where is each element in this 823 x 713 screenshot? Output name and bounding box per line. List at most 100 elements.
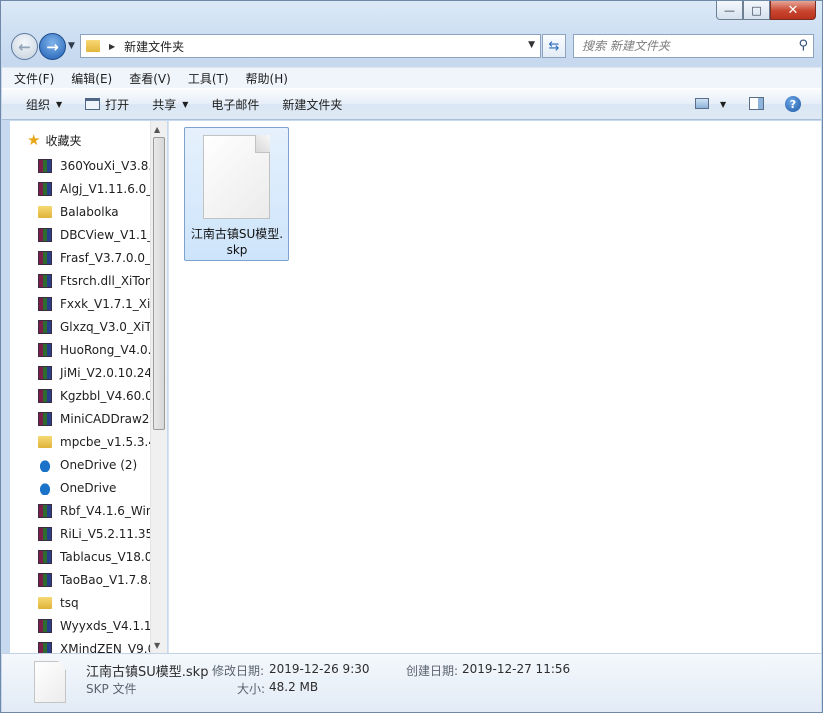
winrar-archive-icon: [38, 342, 52, 357]
favorites-item[interactable]: Algj_V1.11.6.0_X: [38, 177, 150, 200]
scroll-down-icon[interactable]: ▼: [154, 641, 160, 650]
winrar-archive-icon: [38, 572, 52, 587]
new-folder-button[interactable]: 新建文件夹: [282, 96, 342, 113]
refresh-button[interactable]: ⇆: [542, 34, 566, 58]
navigation-scrollbar[interactable]: ▲ ▼: [150, 121, 167, 653]
address-bar[interactable]: ▶ 新建文件夹 ▼: [80, 34, 541, 58]
favorites-item[interactable]: MiniCADDraw20: [38, 407, 150, 430]
favorites-item[interactable]: Fxxk_V1.7.1_XiTo: [38, 292, 150, 315]
favorites-item-label: 360YouXi_V3.8.7: [60, 158, 150, 173]
close-button[interactable]: ✕: [770, 1, 816, 20]
share-label: 共享: [152, 97, 177, 112]
favorites-item[interactable]: DBCView_V1.1_X: [38, 223, 150, 246]
back-button[interactable]: ←: [11, 33, 38, 60]
forward-arrow-icon: →: [46, 37, 59, 56]
change-view-icon[interactable]: [695, 98, 709, 109]
favorites-item[interactable]: JiMi_V2.0.10.24_: [38, 361, 150, 384]
favorites-item-label: OneDrive (2): [60, 457, 138, 472]
favorites-item[interactable]: XMindZEN_V9.0: [38, 637, 150, 653]
forward-button[interactable]: →: [39, 33, 66, 60]
preview-pane-icon[interactable]: [749, 97, 764, 110]
winrar-archive-icon: [38, 158, 52, 173]
folder-icon: [86, 40, 100, 52]
menu-edit[interactable]: 编辑(E): [71, 70, 112, 87]
favorites-item[interactable]: Rbf_V4.1.6_Win8: [38, 499, 150, 522]
details-pane: 江南古镇SU模型.skp SKP 文件 修改日期: 2019-12-26 9:3…: [2, 653, 821, 712]
file-item-selected[interactable]: 江南古镇SU模型.skp: [184, 127, 289, 261]
details-filename: 江南古镇SU模型.skp: [86, 665, 209, 680]
favorites-label: 收藏夹: [45, 133, 82, 148]
favorites-item[interactable]: mpcbe_v1.5.3.4: [38, 430, 150, 453]
maximize-button[interactable]: □: [743, 1, 770, 20]
minimize-button[interactable]: —: [716, 1, 743, 20]
view-options-dropdown-icon[interactable]: ▼: [720, 100, 726, 109]
favorites-item-label: Rbf_V4.1.6_Win8: [60, 503, 150, 518]
details-filetype: SKP 文件: [86, 682, 137, 696]
winrar-archive-icon: [38, 411, 52, 426]
favorites-item-label: Ftsrch.dll_XiTon: [60, 273, 150, 288]
refresh-icon: ⇆: [548, 38, 560, 54]
favorites-item[interactable]: Ftsrch.dll_XiTon: [38, 269, 150, 292]
email-button[interactable]: 电子邮件: [211, 96, 259, 113]
size-value: 48.2 MB: [269, 680, 319, 694]
open-button[interactable]: 打开: [85, 96, 129, 113]
favorites-item-label: Tablacus_V18.0: [60, 549, 150, 564]
share-button[interactable]: 共享 ▼: [152, 96, 188, 113]
favorites-item[interactable]: tsq: [38, 591, 150, 614]
favorites-item[interactable]: Glxzq_V3.0_XiTo: [38, 315, 150, 338]
favorites-item-label: Algj_V1.11.6.0_X: [60, 181, 150, 196]
favorites-item-label: MiniCADDraw20: [60, 411, 150, 426]
scrollbar-thumb[interactable]: [153, 137, 165, 430]
favorites-item[interactable]: Wyyxds_V4.1.1.: [38, 614, 150, 637]
menu-file[interactable]: 文件(F): [14, 70, 54, 87]
winrar-archive-icon: [38, 388, 52, 403]
winrar-archive-icon: [38, 526, 52, 541]
favorites-item[interactable]: Balabolka: [38, 200, 150, 223]
favorites-item-label: TaoBao_V1.7.8.: [60, 572, 150, 587]
help-icon[interactable]: ?: [785, 96, 801, 112]
winrar-archive-icon: [38, 641, 52, 653]
organize-button[interactable]: 组织 ▼: [26, 96, 62, 113]
favorites-item-label: tsq: [60, 595, 79, 610]
navigation-pane: ★ 收藏夹 360YouXi_V3.8.7 Algj_V1.11.6.0_X Bal…: [10, 121, 167, 653]
address-dropdown-icon[interactable]: ▼: [528, 40, 535, 50]
winrar-archive-icon: [38, 319, 52, 334]
winrar-archive-icon: [38, 365, 52, 380]
favorites-item-label: XMindZEN_V9.0: [60, 641, 150, 654]
created-value: 2019-12-27 11:56: [462, 662, 571, 676]
favorites-item[interactable]: TaoBao_V1.7.8.: [38, 568, 150, 591]
favorites-item[interactable]: 360YouXi_V3.8.7: [38, 154, 150, 177]
winrar-archive-icon: [38, 181, 52, 196]
new-folder-label: 新建文件夹: [282, 97, 343, 112]
menu-view[interactable]: 查看(V): [129, 70, 171, 87]
breadcrumb-current[interactable]: 新建文件夹: [124, 38, 184, 55]
favorites-item-label: Fxxk_V1.7.1_XiTo: [60, 296, 150, 311]
menu-tools[interactable]: 工具(T): [188, 70, 229, 87]
winrar-archive-icon: [38, 296, 52, 311]
search-input[interactable]: [582, 39, 782, 53]
search-box[interactable]: ⚲: [573, 34, 814, 58]
modified-value: 2019-12-26 9:30: [269, 662, 370, 676]
breadcrumb-arrow-icon[interactable]: ▶: [109, 42, 115, 51]
favorites-item[interactable]: Frasf_V3.7.0.0_X: [38, 246, 150, 269]
favorites-node[interactable]: ★ 收藏夹: [27, 131, 81, 149]
favorites-item[interactable]: RiLi_V5.2.11.354: [38, 522, 150, 545]
favorites-item-label: Glxzq_V3.0_XiTo: [60, 319, 150, 334]
menu-help[interactable]: 帮助(H): [246, 70, 288, 87]
favorites-item[interactable]: OneDrive (2): [38, 453, 150, 476]
created-label: 创建日期:: [406, 664, 459, 678]
scroll-up-icon[interactable]: ▲: [154, 125, 160, 134]
open-label: 打开: [105, 97, 130, 112]
chevron-down-icon: ▼: [182, 99, 189, 109]
favorites-item[interactable]: Tablacus_V18.0: [38, 545, 150, 568]
organize-label: 组织: [26, 97, 51, 112]
favorites-item[interactable]: Kgzbbl_V4.60.0: [38, 384, 150, 407]
winrar-archive-icon: [38, 250, 52, 265]
file-list-pane: 江南古镇SU模型.skp: [168, 121, 821, 653]
favorites-item-label: RiLi_V5.2.11.354: [60, 526, 150, 541]
recent-pages-dropdown[interactable]: ▼: [68, 41, 75, 51]
favorites-item-label: HuoRong_V4.0.: [60, 342, 150, 357]
favorites-item[interactable]: OneDrive: [38, 476, 150, 499]
favorites-item[interactable]: HuoRong_V4.0.: [38, 338, 150, 361]
search-icon[interactable]: ⚲: [798, 38, 808, 53]
